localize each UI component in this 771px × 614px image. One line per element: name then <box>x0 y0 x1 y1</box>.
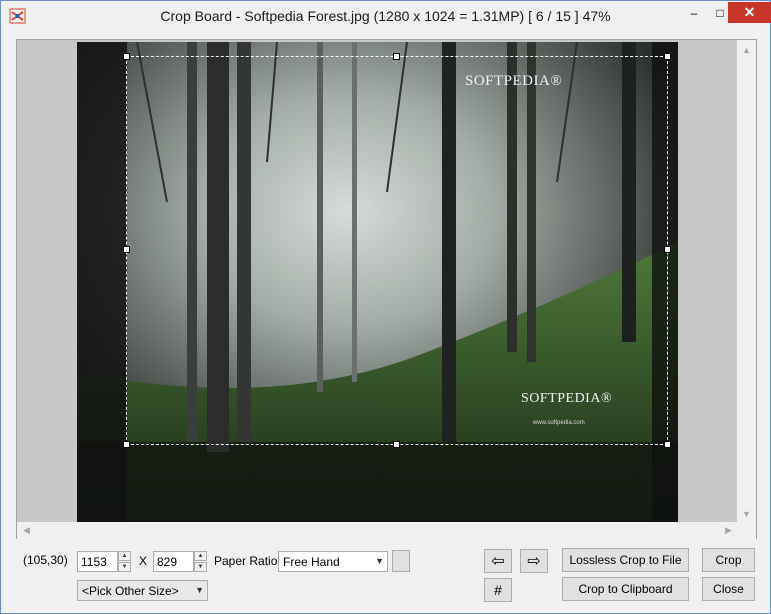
horizontal-scrollbar[interactable]: ◀ ▶ <box>17 522 737 539</box>
lossless-crop-label: Lossless Crop to File <box>569 553 682 567</box>
scroll-up-icon[interactable]: ▲ <box>738 41 755 58</box>
chevron-down-icon: ▼ <box>195 585 204 595</box>
maximize-icon: □ <box>716 5 724 20</box>
crop-handle-top-left[interactable] <box>123 53 130 60</box>
height-value: 829 <box>157 554 178 569</box>
crop-handle-top-right[interactable] <box>664 53 671 60</box>
width-down-button[interactable]: ▼ <box>118 562 131 572</box>
title-bar: Crop Board - Softpedia Forest.jpg (1280 … <box>1 1 771 32</box>
grid-toggle-button[interactable]: # <box>484 578 512 602</box>
crop-button[interactable]: Crop <box>702 548 755 572</box>
vertical-scrollbar[interactable]: ▲ ▼ <box>737 40 756 523</box>
other-size-value: <Pick Other Size> <box>82 583 179 598</box>
minimize-button[interactable]: – <box>681 2 707 23</box>
height-down-button[interactable]: ▼ <box>194 562 207 572</box>
other-size-select[interactable]: <Pick Other Size> ▼ <box>77 580 208 601</box>
close-window-button[interactable]: ✕ <box>728 2 771 23</box>
crop-handle-bottom-left[interactable] <box>123 441 130 448</box>
crop-handle-top[interactable] <box>393 53 400 60</box>
window-title: Crop Board - Softpedia Forest.jpg (1280 … <box>160 8 611 24</box>
paper-ratio-value: Free Hand <box>283 554 340 569</box>
cursor-coordinates: (105,30) <box>23 553 68 567</box>
scroll-right-icon[interactable]: ▶ <box>720 522 737 539</box>
chevron-down-icon: ▼ <box>375 556 384 566</box>
paper-ratio-more-button[interactable] <box>392 550 410 572</box>
scroll-down-icon[interactable]: ▼ <box>738 505 755 522</box>
close-button[interactable]: Close <box>702 577 755 601</box>
crop-handle-bottom[interactable] <box>393 441 400 448</box>
width-up-button[interactable]: ▲ <box>118 551 131 561</box>
arrow-right-icon: ⇨ <box>527 553 541 570</box>
previous-image-button[interactable]: ⇦ <box>484 549 512 573</box>
height-input[interactable]: 829 <box>153 551 194 572</box>
close-label: Close <box>713 582 744 596</box>
crop-label: Crop <box>715 553 742 567</box>
crop-to-clipboard-button[interactable]: Crop to Clipboard <box>562 577 689 601</box>
next-image-button[interactable]: ⇨ <box>520 549 548 573</box>
paper-ratio-select[interactable]: Free Hand ▼ <box>278 551 388 572</box>
crop-board-window: Crop Board - Softpedia Forest.jpg (1280 … <box>0 0 771 614</box>
lossless-crop-button[interactable]: Lossless Crop to File <box>562 548 689 572</box>
crop-handle-bottom-right[interactable] <box>664 441 671 448</box>
minimize-icon: – <box>690 5 698 20</box>
crop-selection[interactable] <box>126 56 668 445</box>
width-value: 1153 <box>81 554 107 569</box>
height-up-button[interactable]: ▲ <box>194 551 207 561</box>
close-icon: ✕ <box>743 4 756 20</box>
scroll-corner <box>737 522 756 539</box>
crop-clipboard-label: Crop to Clipboard <box>578 582 673 596</box>
crop-handle-right[interactable] <box>664 246 671 253</box>
paper-ratio-label: Paper Ratio: <box>214 554 281 568</box>
arrow-left-icon: ⇦ <box>491 553 505 570</box>
crop-handle-left[interactable] <box>123 246 130 253</box>
width-input[interactable]: 1153 <box>77 551 118 572</box>
times-label: X <box>139 554 148 568</box>
scroll-left-icon[interactable]: ◀ <box>18 522 35 539</box>
grid-icon: # <box>494 582 502 598</box>
